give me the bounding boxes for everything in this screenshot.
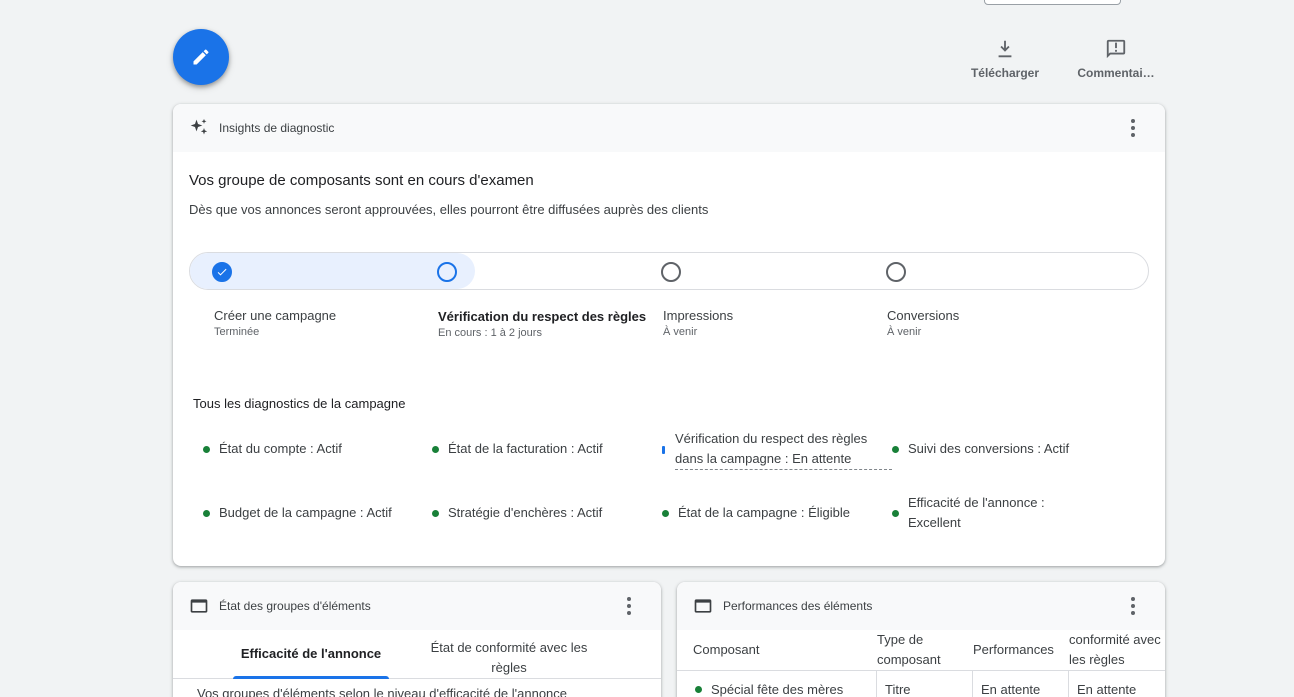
diagnostic-item: Suivi des conversions : Actif	[892, 439, 1102, 459]
more-options-icon[interactable]	[1121, 118, 1145, 138]
download-icon	[998, 40, 1012, 58]
column-header-policy[interactable]: conformité avec les règles	[1069, 630, 1165, 670]
more-options-icon[interactable]	[617, 596, 641, 616]
column-header-performance[interactable]: Performances	[973, 640, 1054, 660]
feedback-icon	[1106, 39, 1126, 59]
tab-policy-status[interactable]: État de conformité avec les règles	[421, 638, 597, 678]
step-upcoming-icon	[661, 262, 681, 282]
review-title: Vos groupe de composants sont en cours d…	[189, 172, 534, 189]
step-title: Impressions	[663, 308, 734, 323]
asset-groups-status-card: État des groupes d'éléments Efficacité d…	[173, 582, 661, 697]
status-dot-icon	[432, 445, 439, 453]
diagnostic-item: Budget de la campagne : Actif	[203, 503, 413, 523]
card-header-title: État des groupes d'éléments	[219, 599, 371, 613]
active-tab-indicator	[233, 676, 389, 679]
diagnostic-item: État de la campagne : Éligible	[662, 503, 872, 523]
comment-label: Commentai…	[1077, 66, 1155, 80]
card-header: État des groupes d'éléments	[173, 582, 661, 630]
status-dot-icon	[892, 509, 899, 517]
pencil-icon	[193, 49, 209, 65]
table-cell-asset: Spécial fête des mères	[695, 682, 843, 697]
status-dot-icon	[203, 445, 210, 453]
status-dot-icon	[695, 686, 702, 693]
diagnostic-item: État de la facturation : Actif	[432, 439, 642, 459]
step-impressions: Impressions À venir	[663, 306, 863, 338]
step-status: À venir	[663, 326, 698, 338]
step-status: Terminée	[214, 326, 260, 338]
diagnostic-item: État du compte : Actif	[203, 439, 413, 459]
column-header-type[interactable]: Type de composant	[877, 630, 967, 670]
card-header-title: Performances des éléments	[723, 599, 873, 613]
step-current-icon	[437, 262, 457, 282]
window-icon	[693, 596, 713, 616]
status-dot-icon	[432, 509, 439, 517]
step-title: Conversions	[887, 308, 960, 323]
diagnostic-item: Stratégie d'enchères : Actif	[432, 503, 642, 523]
edit-fab-button[interactable]	[173, 29, 229, 85]
comment-button[interactable]: Commentai…	[1074, 38, 1158, 80]
download-button[interactable]: Télécharger	[962, 38, 1048, 80]
step-status: À venir	[887, 326, 922, 338]
status-dot-icon	[662, 509, 669, 517]
download-label: Télécharger	[970, 66, 1040, 80]
step-status: En cours : 1 à 2 jours	[438, 327, 542, 339]
more-options-icon[interactable]	[1121, 596, 1145, 616]
progress-fill	[190, 253, 475, 289]
column-divider	[972, 670, 973, 697]
window-icon	[189, 596, 209, 616]
table-divider	[677, 670, 1165, 671]
column-divider	[1068, 670, 1069, 697]
column-divider	[876, 670, 877, 697]
diagnostic-item: Efficacité de l'annonce : Excellent	[892, 493, 1082, 533]
review-subtitle: Dès que vos annonces seront approuvées, …	[189, 202, 709, 217]
table-cell-performance: En attente	[981, 682, 1041, 697]
status-dot-icon	[892, 445, 899, 453]
diagnostics-title: Tous les diagnostics de la campagne	[193, 396, 406, 411]
progress-track	[189, 252, 1149, 290]
tab-ad-strength[interactable]: Efficacité de l'annonce	[233, 644, 389, 664]
card-header-title: Insights de diagnostic	[219, 121, 335, 135]
status-dot-icon	[203, 509, 210, 517]
groups-description: Vos groupes d'éléments selon le niveau d…	[197, 686, 568, 697]
asset-performance-card: Performances des éléments Composant Type…	[677, 582, 1165, 697]
step-create-campaign: Créer une campagne Terminée	[214, 306, 414, 338]
diagnostic-item-policy[interactable]: Vérification du respect des règles dans …	[662, 429, 892, 470]
top-dropdown-outline[interactable]	[984, 0, 1121, 5]
table-cell-type: Titre	[885, 682, 911, 697]
step-title: Créer une campagne	[214, 308, 337, 323]
column-header-asset[interactable]: Composant	[693, 640, 759, 660]
step-conversions: Conversions À venir	[887, 306, 1087, 338]
step-upcoming-icon	[886, 262, 906, 282]
card-header: Insights de diagnostic	[173, 104, 1165, 152]
table-cell-policy: En attente	[1077, 682, 1137, 697]
card-header: Performances des éléments	[677, 582, 1165, 630]
step-policy-review: Vérification du respect des règles En co…	[438, 307, 648, 339]
pending-indicator-icon	[662, 445, 665, 454]
step-complete-icon	[212, 262, 232, 282]
step-title: Vérification du respect des règles	[438, 309, 647, 324]
sparkle-icon	[189, 118, 209, 138]
diagnostic-insights-card: Insights de diagnostic Vos groupe de com…	[173, 104, 1165, 566]
